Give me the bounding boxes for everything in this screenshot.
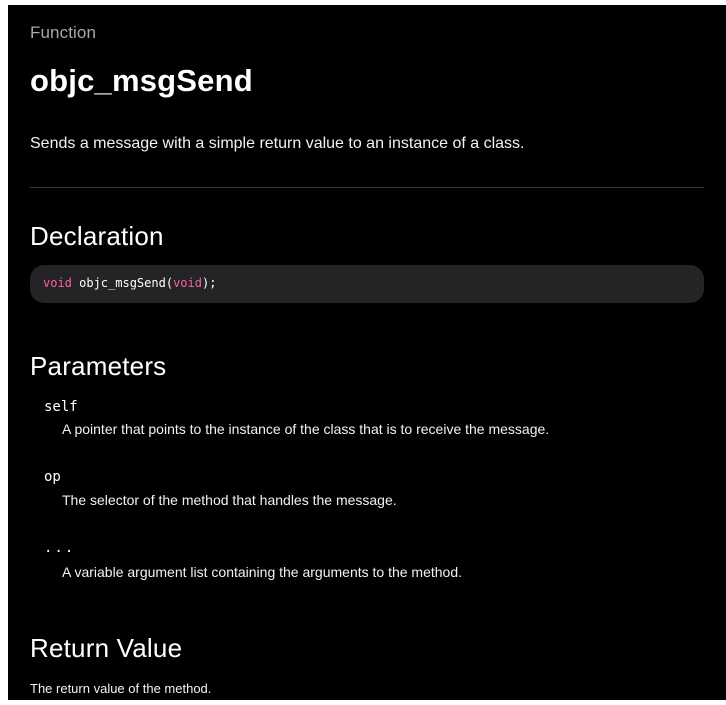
code-keyword-return-type: void bbox=[43, 276, 72, 290]
parameters-heading: Parameters bbox=[30, 351, 167, 381]
parameter-name-op: op bbox=[44, 469, 61, 485]
parameter-description-op: The selector of the method that handles … bbox=[62, 492, 397, 508]
return-value-text: The return value of the method. bbox=[30, 681, 212, 696]
documentation-page: Function objc_msgSend Sends a message wi… bbox=[8, 5, 726, 700]
parameter-description-varargs: A variable argument list containing the … bbox=[62, 564, 463, 580]
page-title: objc_msgSend bbox=[30, 63, 253, 98]
code-close: ); bbox=[201, 276, 217, 290]
declaration-code-block: void objc_msgSend(void); bbox=[30, 265, 704, 303]
return-value-heading: Return Value bbox=[30, 633, 183, 663]
code-function-name: objc_msgSend( bbox=[71, 276, 174, 290]
symbol-kind-label: Function bbox=[30, 23, 97, 42]
parameter-name-self: self bbox=[44, 399, 78, 415]
parameter-name-varargs: ... bbox=[44, 540, 76, 556]
abstract-text: Sends a message with a simple return val… bbox=[30, 135, 525, 152]
parameter-description-self: A pointer that points to the instance of… bbox=[62, 421, 550, 437]
declaration-heading: Declaration bbox=[30, 221, 164, 251]
code-keyword-param-type: void bbox=[173, 276, 202, 290]
section-divider bbox=[30, 187, 704, 188]
